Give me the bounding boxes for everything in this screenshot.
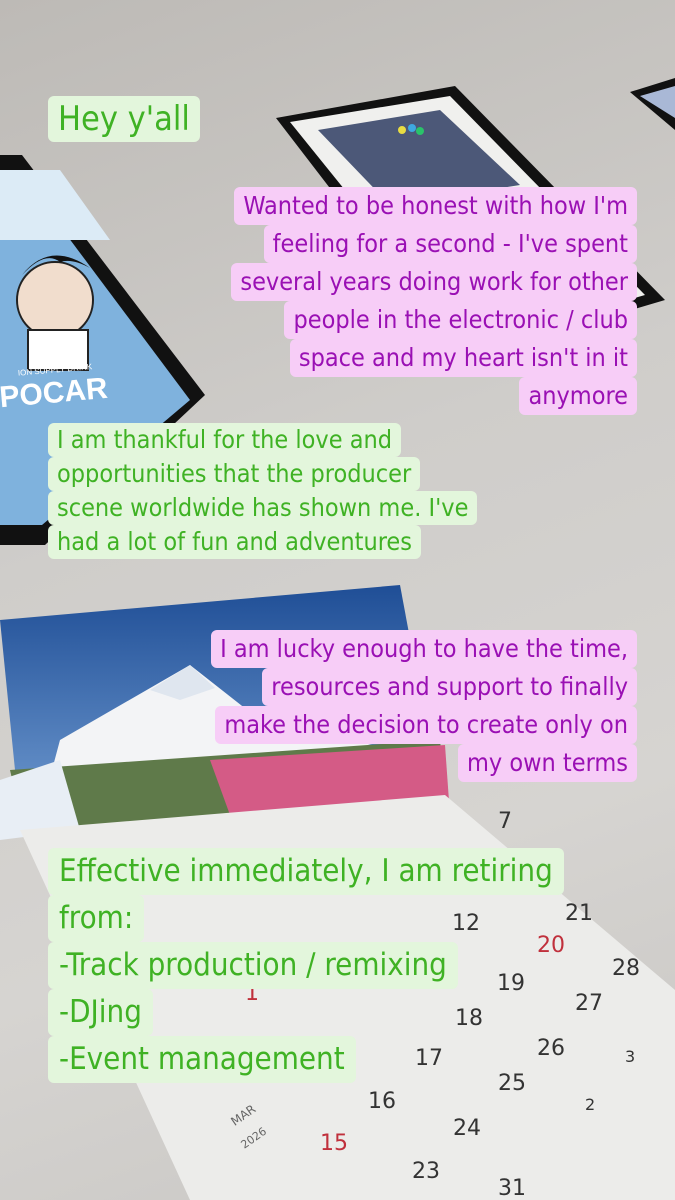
message-line: my own terms (458, 744, 637, 782)
cal-num: 21 (565, 901, 593, 926)
cal-num: 31 (498, 1176, 526, 1200)
cal-num: 20 (537, 933, 565, 958)
message-line: Effective immediately, I am retiring (48, 848, 564, 895)
corner-frame (630, 78, 675, 130)
message-line: from: (48, 895, 145, 942)
message-line: I am lucky enough to have the time, (211, 630, 637, 668)
message-line: space and my heart isn't in it (289, 339, 637, 377)
cal-num: 3 (625, 1047, 635, 1066)
message-line: opportunities that the producer (48, 457, 421, 491)
message-line: make the decision to create only on (215, 706, 637, 744)
cal-num: 19 (497, 971, 525, 996)
message-line: had a lot of fun and adventures (48, 525, 421, 559)
cal-num: 18 (455, 1006, 483, 1031)
cal-num: 12 (452, 911, 480, 936)
cal-num: 17 (415, 1046, 443, 1071)
message-line: feeling for a second - I've spent (263, 225, 637, 263)
message-line: I am thankful for the love and (48, 423, 402, 457)
message-line: -Track production / remixing (48, 942, 458, 989)
cal-num: 16 (368, 1089, 396, 1114)
cal-num: 2 (585, 1095, 595, 1114)
story-canvas: POCAR ION SUPPLY DRINK 7 12 21 19 20 28 … (0, 0, 675, 1200)
cal-num: 28 (612, 956, 640, 981)
cal-num: 27 (575, 991, 603, 1016)
message-line: anymore (519, 377, 637, 415)
cal-num: 26 (537, 1036, 565, 1061)
message-line: -Event management (48, 1036, 356, 1083)
message-line: people in the electronic / club (284, 301, 637, 339)
message-line: resources and support to finally (262, 668, 637, 706)
message-line: Hey y'all (48, 96, 200, 142)
message-line: scene worldwide has shown me. I've (48, 491, 478, 525)
cal-num: 24 (453, 1116, 481, 1141)
cal-num: 23 (412, 1159, 440, 1184)
cal-num: 15 (320, 1131, 348, 1156)
message-line: Wanted to be honest with how I'm (234, 187, 637, 225)
cal-num: 25 (498, 1071, 526, 1096)
message-line: several years doing work for other (231, 263, 637, 301)
cal-num: 7 (498, 809, 512, 834)
message-line: -DJing (48, 989, 153, 1036)
